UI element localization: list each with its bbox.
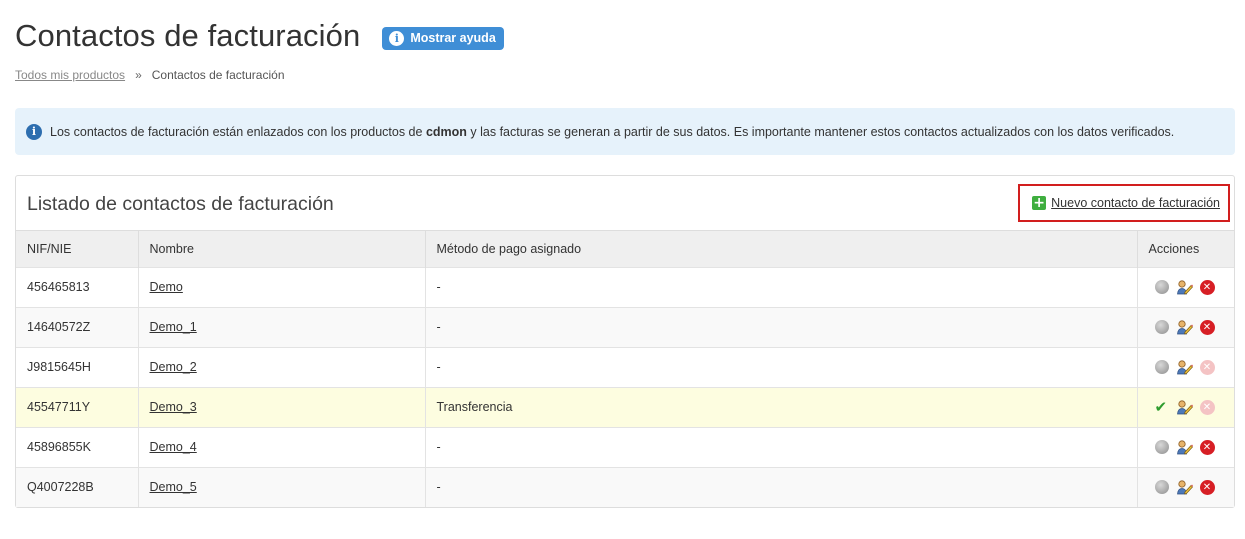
cell-nombre: Demo_4 [138, 426, 426, 467]
grey-dot-icon[interactable] [1154, 360, 1169, 374]
delete-icon[interactable]: ✕ [1199, 319, 1215, 335]
info-alert: i Los contactos de facturación están enl… [15, 108, 1235, 155]
billing-contacts-page: Contactos de facturación i Mostrar ayuda… [0, 0, 1245, 539]
table-row: 14640572Z Demo_1 - ✕ [16, 306, 1235, 347]
grey-dot-icon[interactable] [1154, 320, 1169, 334]
contact-name-link[interactable]: Demo_5 [150, 480, 197, 494]
cell-actions: ✕ [1137, 426, 1235, 467]
row-actions: ✕ [1149, 279, 1235, 295]
new-billing-contact-button[interactable]: + Nuevo contacto de facturación [1018, 184, 1230, 222]
cell-nombre: Demo_1 [138, 306, 426, 347]
breadcrumb-current: Contactos de facturación [151, 68, 285, 82]
edit-contact-icon[interactable] [1176, 319, 1193, 335]
cell-nif: 456465813 [16, 266, 139, 307]
info-icon: i [389, 30, 405, 46]
delete-icon: ✕ [1199, 359, 1215, 375]
delete-icon[interactable]: ✕ [1199, 439, 1215, 455]
cell-payment-method: - [425, 426, 1138, 467]
column-header-acciones: Acciones [1137, 231, 1234, 267]
info-icon: i [26, 123, 42, 140]
cell-payment-method: - [425, 306, 1138, 347]
breadcrumb-link-products[interactable]: Todos mis productos [15, 68, 125, 82]
contact-name-link[interactable]: Demo_1 [150, 320, 197, 334]
cell-actions: ✔ ✕ [1137, 386, 1235, 427]
cell-nombre: Demo [138, 266, 426, 307]
show-help-label: Mostrar ayuda [410, 31, 496, 45]
cell-actions: ✕ [1137, 306, 1235, 347]
column-header-nif: NIF/NIE [16, 231, 139, 267]
cell-payment-method: - [425, 266, 1138, 307]
row-actions: ✕ [1149, 439, 1235, 455]
info-brand: cdmon [425, 124, 467, 139]
edit-contact-icon[interactable] [1176, 399, 1193, 415]
page-header: Contactos de facturación i Mostrar ayuda [15, 18, 504, 54]
contact-name-link[interactable]: Demo_3 [150, 400, 197, 414]
cell-actions: ✕ [1137, 346, 1235, 387]
cell-actions: ✕ [1137, 466, 1235, 507]
grey-dot-icon[interactable] [1154, 280, 1169, 294]
table-row: Q4007228B Demo_5 - ✕ [16, 466, 1235, 507]
row-actions: ✕ [1149, 319, 1235, 335]
column-header-nombre: Nombre [138, 231, 426, 267]
contact-name-link[interactable]: Demo [150, 280, 183, 294]
cell-nif: 45896855K [16, 426, 139, 467]
grey-dot-icon[interactable] [1154, 480, 1169, 495]
column-header-metodo: Método de pago asignado [425, 231, 1138, 267]
contact-name-link[interactable]: Demo_4 [150, 440, 197, 454]
add-icon: + [1032, 195, 1047, 211]
cell-nombre: Demo_5 [138, 466, 426, 507]
row-actions: ✕ [1149, 359, 1235, 375]
row-actions: ✔ ✕ [1149, 399, 1235, 415]
contacts-table: NIF/NIE Nombre Método de pago asignado A… [16, 231, 1234, 507]
delete-icon: ✕ [1199, 399, 1215, 415]
page-title: Contactos de facturación [15, 18, 361, 53]
green-check-icon[interactable]: ✔ [1155, 400, 1169, 415]
cell-payment-method: Transferencia [425, 386, 1138, 427]
edit-contact-icon[interactable] [1176, 359, 1193, 375]
grey-dot-icon[interactable] [1154, 440, 1169, 454]
table-row: 45547711Y Demo_3 Transferencia ✔ ✕ [16, 386, 1235, 427]
cell-actions: ✕ [1137, 266, 1235, 307]
panel-header: Listado de contactos de facturación + Nu… [16, 176, 1234, 231]
table-row: 456465813 Demo - ✕ [16, 266, 1235, 307]
contacts-panel: Listado de contactos de facturación + Nu… [15, 175, 1235, 508]
cell-nif: J9815645H [16, 346, 139, 387]
cell-nombre: Demo_3 [138, 386, 426, 427]
row-actions: ✕ [1149, 479, 1235, 495]
new-billing-contact-label: Nuevo contacto de facturación [1051, 196, 1220, 210]
table-row: J9815645H Demo_2 - ✕ [16, 346, 1235, 387]
table-header-row: NIF/NIE Nombre Método de pago asignado A… [16, 231, 1234, 267]
edit-contact-icon[interactable] [1176, 439, 1193, 455]
table-row: 45896855K Demo_4 - ✕ [16, 426, 1235, 467]
cell-payment-method: - [425, 466, 1138, 507]
cell-nif: 45547711Y [16, 386, 139, 427]
delete-icon[interactable]: ✕ [1199, 479, 1215, 495]
breadcrumb: Todos mis productos » Contactos de factu… [15, 68, 285, 82]
cell-payment-method: - [425, 346, 1138, 387]
cell-nif: Q4007228B [16, 466, 139, 507]
info-text-end: y las facturas se generan a partir de su… [466, 124, 1175, 139]
edit-contact-icon[interactable] [1176, 279, 1193, 295]
table-body: 456465813 Demo - ✕ 14640572Z Demo_1- ✕ J9815645… [16, 266, 1235, 507]
edit-contact-icon[interactable] [1176, 479, 1193, 495]
delete-icon[interactable]: ✕ [1199, 279, 1215, 295]
cell-nif: 14640572Z [16, 306, 139, 347]
breadcrumb-separator: » [135, 68, 142, 82]
info-text: Los contactos de facturación están enlaz… [50, 125, 1174, 139]
cell-nombre: Demo_2 [138, 346, 426, 387]
info-text-start: Los contactos de facturación están enlaz… [50, 124, 426, 139]
panel-title: Listado de contactos de facturación [27, 192, 334, 215]
contact-name-link[interactable]: Demo_2 [150, 360, 197, 374]
show-help-button[interactable]: i Mostrar ayuda [382, 26, 504, 50]
